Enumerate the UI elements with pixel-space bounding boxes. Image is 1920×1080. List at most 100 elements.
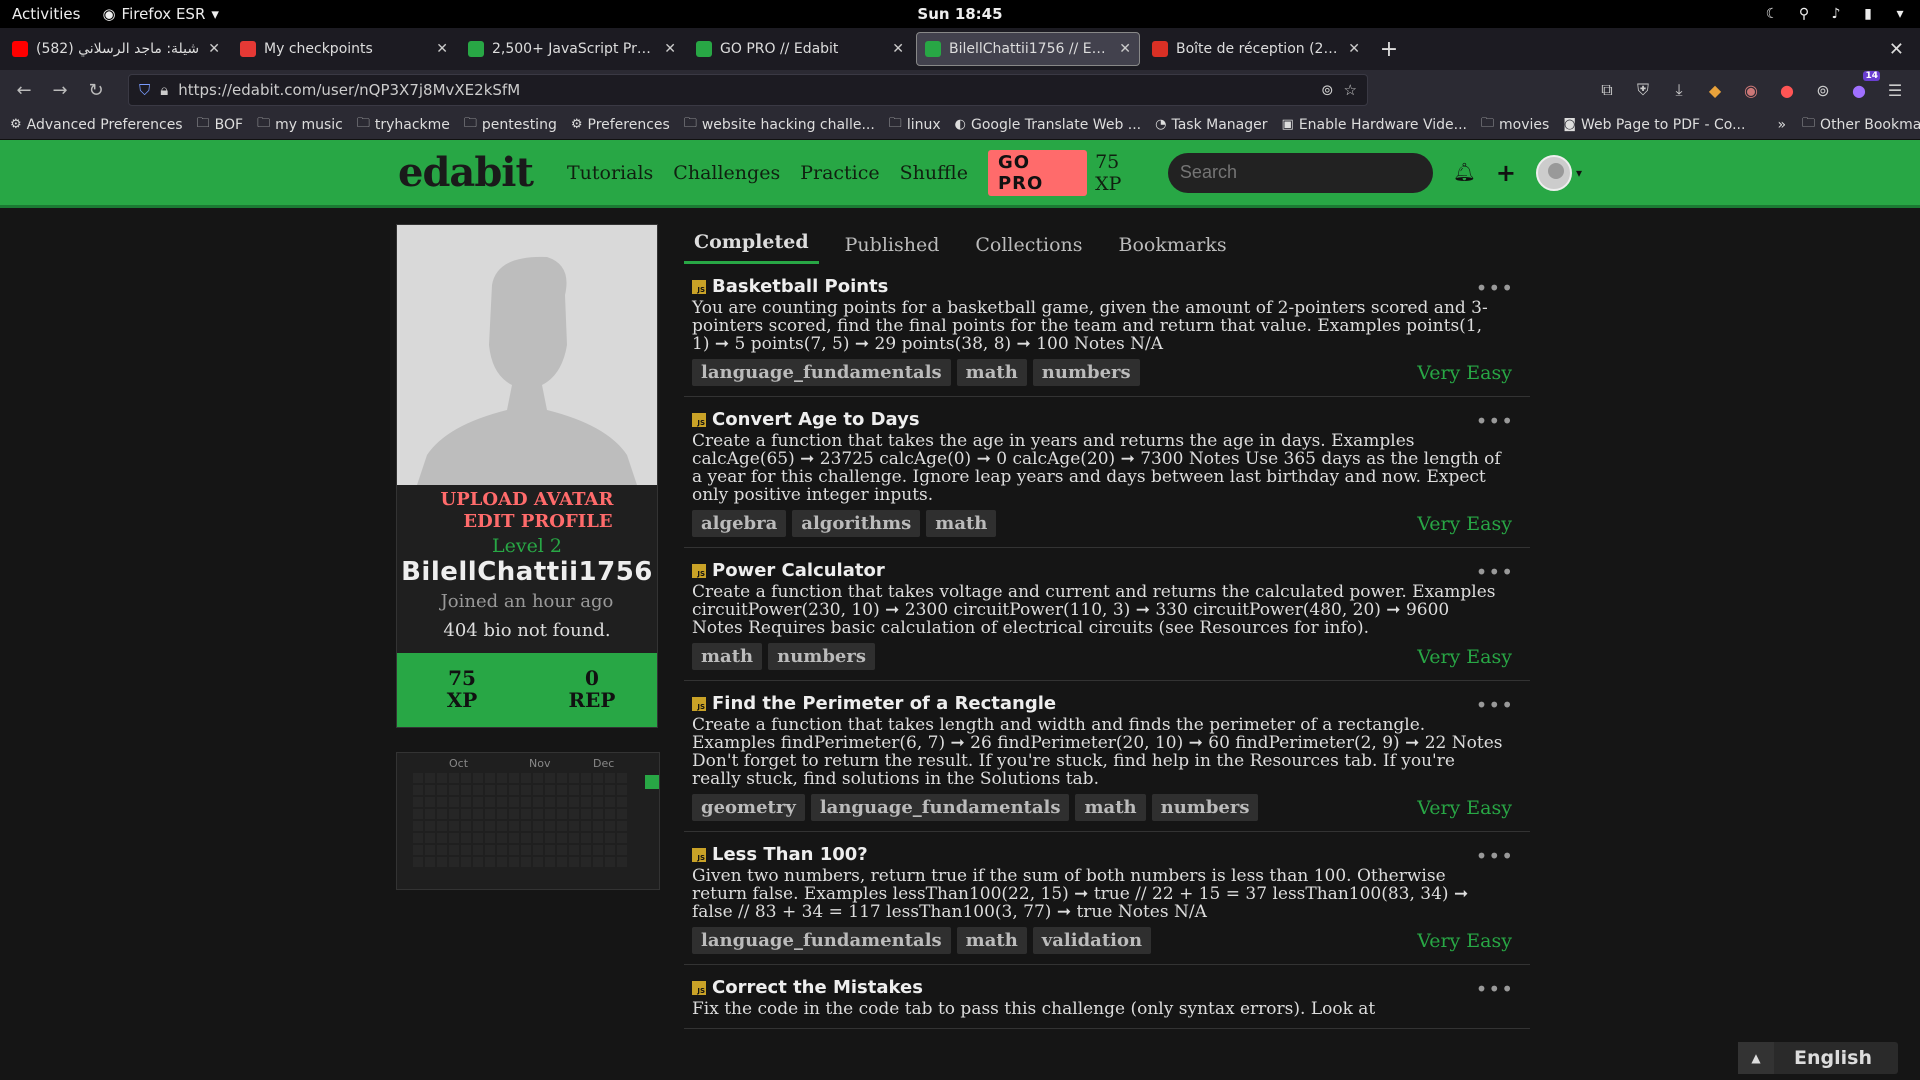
extension-icon[interactable]: ● <box>1776 79 1798 101</box>
nav-tutorials[interactable]: Tutorials <box>567 162 653 184</box>
go-pro-button[interactable]: GO PRO <box>987 149 1088 196</box>
bookmark-item[interactable]: ◐ Google Translate Web ... <box>955 114 1142 136</box>
more-options-icon[interactable]: ••• <box>1476 693 1514 717</box>
tab-collections[interactable]: Collections <box>965 234 1092 264</box>
tab-bookmarks[interactable]: Bookmarks <box>1109 234 1237 264</box>
tag[interactable]: algorithms <box>792 510 921 537</box>
extension-icon[interactable]: ◆ <box>1704 79 1726 101</box>
challenge-item[interactable]: JS Basketball Points ••• You are countin… <box>684 264 1530 397</box>
downloads-icon[interactable]: ⤓ <box>1668 79 1690 101</box>
challenge-title[interactable]: Basketball Points <box>712 276 888 297</box>
tag[interactable]: geometry <box>692 794 805 821</box>
close-tab-icon[interactable]: ✕ <box>1348 41 1360 57</box>
lock-icon[interactable]: 🔒︎ <box>160 81 168 99</box>
app-menu[interactable]: ◉ Firefox ESR ▾ <box>102 5 218 23</box>
reload-button[interactable]: ↻ <box>80 74 112 106</box>
bookmark-star-icon[interactable]: ☆ <box>1344 81 1357 99</box>
close-window-icon[interactable]: ✕ <box>1889 39 1904 60</box>
challenge-title[interactable]: Correct the Mistakes <box>712 977 923 998</box>
tag[interactable]: numbers <box>768 643 875 670</box>
bookmark-item[interactable]: 🗀 website hacking challe... <box>684 114 875 136</box>
bookmark-item[interactable]: ⚙ Advanced Preferences <box>10 114 183 136</box>
extension-icon[interactable]: ◉ <box>1740 79 1762 101</box>
more-options-icon[interactable]: ••• <box>1476 560 1514 584</box>
bookmark-item[interactable]: 🗀 my music <box>257 114 343 136</box>
menu-icon[interactable]: ☰ <box>1884 79 1906 101</box>
reader-mode-icon[interactable]: ⊚ <box>1321 81 1334 99</box>
bookmark-item[interactable]: ⚙ Preferences <box>571 114 670 136</box>
challenge-title[interactable]: Find the Perimeter of a Rectangle <box>712 693 1056 714</box>
back-button[interactable]: ← <box>8 74 40 106</box>
bell-icon[interactable]: 🔔︎ <box>1453 162 1476 183</box>
browser-tab[interactable]: Boîte de réception (2 621) ✕ <box>1144 32 1368 66</box>
nav-practice[interactable]: Practice <box>800 162 879 184</box>
url-text[interactable]: https://edabit.com/user/nQP3X7j8MvXE2kSf… <box>178 81 1311 99</box>
pocket-icon[interactable]: ⛨ <box>1632 79 1654 101</box>
browser-tab[interactable]: BilellChattii1756 // Edabit ✕ <box>916 32 1140 66</box>
shield-icon[interactable]: ⛉ <box>139 81 150 99</box>
user-menu[interactable]: ▾ <box>1535 154 1582 191</box>
more-options-icon[interactable]: ••• <box>1476 844 1514 868</box>
tag[interactable]: language_fundamentals <box>810 794 1070 821</box>
language-selector[interactable]: ▲ English <box>1738 1042 1898 1074</box>
tag[interactable]: math <box>692 643 763 670</box>
search-input[interactable] <box>1167 152 1433 193</box>
bookmark-item[interactable]: 🗀 linux <box>889 114 941 136</box>
challenge-item[interactable]: JS Less Than 100? ••• Given two numbers,… <box>684 832 1530 965</box>
challenge-title[interactable]: Power Calculator <box>712 560 885 581</box>
address-bar[interactable]: ⛉ 🔒︎ https://edabit.com/user/nQP3X7j8MvX… <box>128 74 1368 106</box>
close-tab-icon[interactable]: ✕ <box>208 41 220 57</box>
more-bookmarks-icon[interactable]: » <box>1777 117 1786 133</box>
clock[interactable]: Sun 18:45 <box>917 5 1002 23</box>
upload-avatar-link[interactable]: UPLOAD AVATAR <box>397 489 657 511</box>
new-tab-button[interactable]: + <box>1372 37 1406 62</box>
close-tab-icon[interactable]: ✕ <box>436 41 448 57</box>
bookmark-item[interactable]: 🗀 tryhackme <box>357 114 450 136</box>
tag[interactable]: numbers <box>1032 359 1140 386</box>
close-tab-icon[interactable]: ✕ <box>664 41 676 57</box>
more-options-icon[interactable]: ••• <box>1476 409 1514 433</box>
bookmark-item[interactable]: 🗀 BOF <box>197 114 243 136</box>
forward-button[interactable]: → <box>44 74 76 106</box>
extension-icon[interactable]: ⊚ <box>1812 79 1834 101</box>
bookmark-item[interactable]: ▣ Enable Hardware Vide... <box>1282 114 1468 136</box>
bookmark-item[interactable]: ◔ Task Manager <box>1155 114 1267 136</box>
system-tray[interactable]: ☾ ⚲ ♪ ▮ ▾ <box>1764 6 1908 22</box>
edit-profile-link[interactable]: EDIT PROFILE <box>397 511 657 533</box>
extension-icon[interactable]: ● 14 <box>1848 71 1880 101</box>
challenge-item[interactable]: JS Find the Perimeter of a Rectangle •••… <box>684 681 1530 832</box>
plus-icon[interactable]: + <box>1496 159 1516 187</box>
activities-button[interactable]: Activities <box>12 5 80 23</box>
close-tab-icon[interactable]: ✕ <box>1119 41 1131 57</box>
challenge-title[interactable]: Convert Age to Days <box>712 409 920 430</box>
more-options-icon[interactable]: ••• <box>1476 977 1514 1001</box>
challenge-item[interactable]: JS Correct the Mistakes ••• Fix the code… <box>684 965 1530 1029</box>
nav-shuffle[interactable]: Shuffle <box>900 162 968 184</box>
browser-tab[interactable]: شيلة: ماجد الرسلاني (582) ✕ <box>4 32 228 66</box>
bookmark-item[interactable]: 🗀 pentesting <box>464 114 557 136</box>
close-tab-icon[interactable]: ✕ <box>892 41 904 57</box>
bookmark-item[interactable]: ◙ Web Page to PDF - Co... <box>1563 114 1745 136</box>
tag[interactable]: validation <box>1032 927 1152 954</box>
browser-tab[interactable]: 2,500+ JavaScript Practic ✕ <box>460 32 684 66</box>
other-bookmarks[interactable]: 🗀Other Bookmarks <box>1802 114 1920 136</box>
tag[interactable]: language_fundamentals <box>692 927 951 954</box>
nav-challenges[interactable]: Challenges <box>673 162 780 184</box>
challenge-item[interactable]: JS Power Calculator ••• Create a functio… <box>684 548 1530 681</box>
bookmark-item[interactable]: 🗀 movies <box>1481 114 1549 136</box>
challenge-title[interactable]: Less Than 100? <box>712 844 868 865</box>
tag[interactable]: numbers <box>1151 794 1259 821</box>
more-options-icon[interactable]: ••• <box>1476 276 1514 300</box>
extensions-icon[interactable]: ⧉ <box>1596 79 1618 101</box>
tag[interactable]: math <box>956 927 1027 954</box>
tag[interactable]: math <box>926 510 997 537</box>
tag[interactable]: math <box>956 359 1027 386</box>
challenge-item[interactable]: JS Convert Age to Days ••• Create a func… <box>684 397 1530 548</box>
tab-completed[interactable]: Completed <box>684 231 819 264</box>
edabit-logo[interactable]: edabit <box>398 149 534 196</box>
browser-tab[interactable]: GO PRO // Edabit ✕ <box>688 32 912 66</box>
tab-published[interactable]: Published <box>835 234 950 264</box>
tag[interactable]: algebra <box>692 510 787 537</box>
heatmap-active-day[interactable] <box>645 775 659 789</box>
browser-tab[interactable]: My checkpoints ✕ <box>232 32 456 66</box>
